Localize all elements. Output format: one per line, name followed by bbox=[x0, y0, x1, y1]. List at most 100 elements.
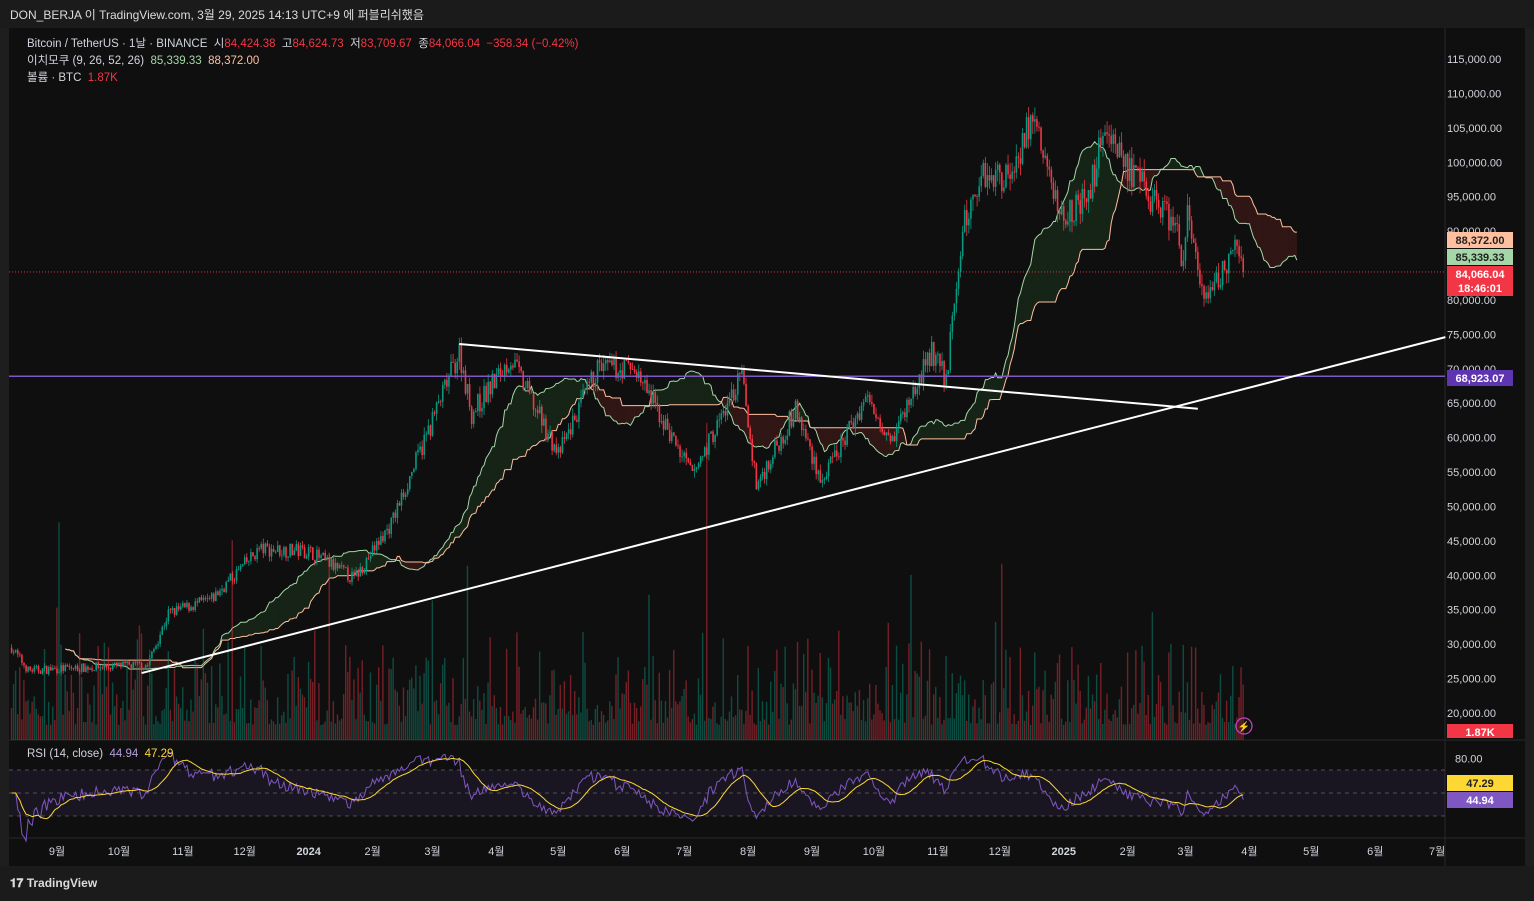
candle-body bbox=[444, 379, 446, 385]
candle-body bbox=[749, 427, 751, 439]
candle-body bbox=[1048, 166, 1051, 170]
cloud-segment bbox=[321, 559, 324, 587]
volume-bar bbox=[699, 694, 702, 740]
cloud-segment bbox=[937, 419, 940, 439]
candle-body bbox=[530, 392, 533, 394]
volume-bar bbox=[697, 678, 700, 740]
cloud-segment bbox=[572, 379, 575, 406]
candle-body bbox=[1106, 132, 1108, 135]
cloud-segment bbox=[952, 423, 955, 439]
candle-body bbox=[1242, 257, 1245, 272]
cloud-segment bbox=[316, 561, 320, 594]
cloud-segment bbox=[1049, 224, 1052, 303]
volume-bar bbox=[557, 708, 559, 740]
volume-bar bbox=[120, 707, 122, 740]
candle-body bbox=[701, 456, 704, 457]
volume-bar bbox=[441, 664, 444, 740]
candle-body bbox=[1137, 167, 1139, 169]
cloud-segment bbox=[834, 427, 837, 444]
candle-body bbox=[1128, 158, 1131, 181]
volume-bar bbox=[617, 657, 619, 740]
volume-bar bbox=[173, 668, 176, 740]
volume-bar bbox=[811, 669, 813, 740]
cloud-segment bbox=[457, 524, 460, 538]
candle-body bbox=[243, 557, 246, 565]
candle-body bbox=[959, 256, 962, 273]
volume-bar bbox=[466, 565, 469, 740]
open-label: 시 bbox=[213, 38, 225, 50]
volume-bar bbox=[1036, 689, 1038, 740]
volume-bar bbox=[425, 657, 427, 740]
volume-bar bbox=[755, 724, 757, 740]
volume-bar bbox=[571, 715, 574, 740]
candle-body bbox=[937, 353, 939, 355]
candle-body bbox=[39, 671, 42, 674]
symbol-legend[interactable]: Bitcoin / TetherUS · 1날 · BINANCE 시84,42… bbox=[27, 35, 578, 51]
volume-bar bbox=[169, 709, 172, 740]
candle-body bbox=[994, 169, 997, 187]
volume-bar bbox=[1001, 563, 1003, 740]
cloud-segment bbox=[824, 427, 827, 452]
last-price-badge-text: 18:46:01 bbox=[1458, 283, 1502, 295]
candle-body bbox=[553, 444, 555, 451]
candle-body bbox=[452, 361, 454, 363]
volume-bar bbox=[1095, 674, 1098, 740]
price-tick-label: 115,000.00 bbox=[1447, 54, 1501, 66]
candle-body bbox=[118, 662, 120, 666]
candle-body bbox=[932, 341, 935, 366]
ichimoku-legend[interactable]: 이치모쿠 (9, 26, 52, 26) 85,339.33 88,372.00 bbox=[27, 52, 259, 68]
volume-bar bbox=[939, 697, 941, 740]
volume-bar bbox=[404, 715, 407, 740]
candle-body bbox=[565, 433, 568, 440]
volume-bar bbox=[378, 667, 380, 740]
volume-bar bbox=[392, 657, 394, 740]
candle-body bbox=[706, 447, 708, 455]
candle-body bbox=[258, 548, 260, 549]
volume-bar bbox=[796, 641, 799, 740]
candle-body bbox=[378, 540, 380, 545]
cloud-segment bbox=[634, 405, 637, 418]
candle-body bbox=[1213, 281, 1216, 291]
volume-bar bbox=[831, 703, 834, 740]
volume-bar bbox=[666, 717, 669, 740]
candle-body bbox=[167, 609, 170, 622]
volume-bar bbox=[446, 705, 448, 740]
cloud-segment bbox=[756, 414, 759, 447]
cloud-segment bbox=[519, 385, 522, 458]
candle-body bbox=[561, 437, 564, 453]
candle-body bbox=[406, 488, 409, 495]
cloud-segment bbox=[269, 601, 272, 630]
chart-canvas[interactable]: 115,000.00110,000.00105,000.00100,000.00… bbox=[9, 28, 1525, 866]
volume-bar bbox=[633, 702, 636, 740]
candle-body bbox=[43, 666, 46, 669]
candle bbox=[794, 399, 797, 421]
volume-bar bbox=[588, 721, 590, 740]
candle-body bbox=[74, 665, 77, 669]
candle-body bbox=[856, 413, 859, 419]
chart-area[interactable]: 115,000.00 110,000.00 105,000.00 100,000.00… bbox=[9, 28, 1525, 866]
volume-bar bbox=[1207, 722, 1209, 740]
cloud-segment bbox=[669, 381, 672, 405]
candle-body bbox=[588, 382, 591, 384]
candle bbox=[1005, 162, 1007, 189]
candle-body bbox=[1180, 245, 1183, 267]
candle-body bbox=[151, 651, 153, 659]
cloud-segment bbox=[246, 619, 249, 637]
candle-body bbox=[384, 530, 386, 542]
volume-bar bbox=[159, 723, 161, 740]
volume-bar bbox=[497, 724, 500, 740]
volume-bar bbox=[541, 702, 543, 740]
volume-legend[interactable]: 볼륨 · BTC 1.87K bbox=[27, 69, 118, 85]
volume-bar bbox=[679, 701, 681, 740]
volume-bar bbox=[458, 716, 460, 740]
volume-bar bbox=[233, 722, 236, 740]
volume-bar bbox=[340, 718, 343, 740]
candle-body bbox=[662, 420, 665, 430]
candle-body bbox=[842, 437, 844, 441]
rsi-legend[interactable]: RSI (14, close) 44.94 47.29 bbox=[27, 748, 173, 760]
cloud-segment bbox=[673, 380, 676, 405]
volume-bar bbox=[188, 721, 190, 740]
candle-body bbox=[522, 371, 525, 389]
volume-bar bbox=[431, 600, 434, 740]
candle-body bbox=[1120, 142, 1123, 156]
